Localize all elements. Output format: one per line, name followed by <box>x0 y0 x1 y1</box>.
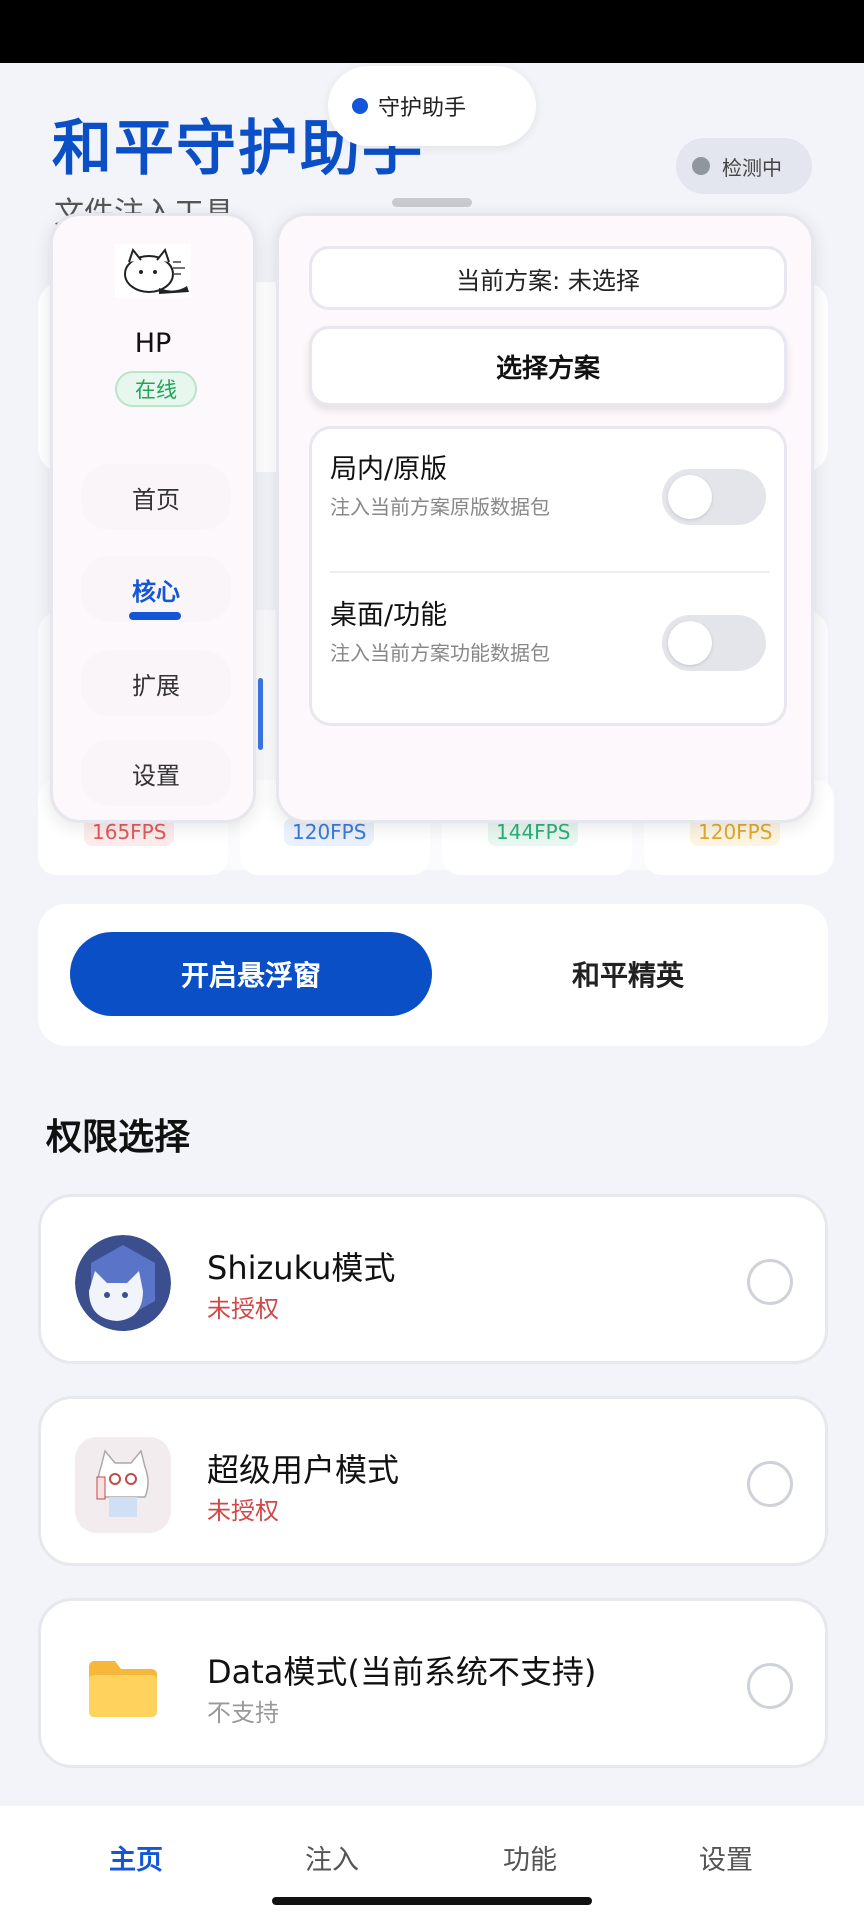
permission-status: 未授权 <box>207 1497 279 1525</box>
side-nav-extend[interactable]: 扩展 <box>81 650 231 716</box>
floating-side-panel: HP 在线 首页 核心 扩展 设置 <box>50 213 256 823</box>
scrollbar[interactable] <box>258 678 263 750</box>
toggle-knob <box>668 475 712 519</box>
helper-pill-label: 守护助手 <box>378 96 467 121</box>
toggle-title: 局内/原版 <box>330 454 448 485</box>
detect-status-label: 检测中 <box>722 155 782 180</box>
home-indicator[interactable] <box>272 1897 592 1905</box>
permission-radio[interactable] <box>747 1461 793 1507</box>
permission-status: 不支持 <box>207 1699 279 1727</box>
cat-avatar-icon <box>115 244 191 298</box>
nav-tab-settings[interactable]: 设置 <box>666 1838 786 1877</box>
permission-card-superuser[interactable]: 超级用户模式 未授权 <box>38 1396 828 1566</box>
permission-name: 超级用户模式 <box>207 1451 400 1489</box>
active-indicator <box>129 612 181 620</box>
status-dot-icon <box>692 157 710 175</box>
permission-card-shizuku[interactable]: Shizuku模式 未授权 <box>38 1194 828 1364</box>
permission-name: Shizuku模式 <box>207 1249 396 1287</box>
open-float-window-button[interactable]: 开启悬浮窗 <box>70 932 432 1016</box>
floating-main-panel: 当前方案: 未选择 选择方案 局内/原版 注入当前方案原版数据包 桌面/功能 注… <box>276 213 814 823</box>
toggle-description: 注入当前方案功能数据包 <box>330 641 550 665</box>
side-nav-home[interactable]: 首页 <box>81 464 231 530</box>
online-status-badge: 在线 <box>115 371 197 407</box>
toggle-title: 桌面/功能 <box>330 600 448 631</box>
nav-tab-inject[interactable]: 注入 <box>272 1838 392 1877</box>
permission-name: Data模式(当前系统不支持) <box>207 1653 597 1691</box>
detect-status-pill: 检测中 <box>676 138 812 194</box>
superuser-avatar-icon <box>75 1437 171 1533</box>
action-card: 开启悬浮窗 和平精英 <box>38 904 828 1046</box>
permission-radio[interactable] <box>747 1663 793 1709</box>
user-name: HP <box>134 328 172 359</box>
status-dot-icon <box>352 98 368 114</box>
choose-scheme-button[interactable]: 选择方案 <box>309 326 787 406</box>
toggle-description: 注入当前方案原版数据包 <box>330 495 550 519</box>
nav-tab-features[interactable]: 功能 <box>470 1838 590 1877</box>
desktop-function-toggle[interactable] <box>662 615 766 671</box>
permission-card-data[interactable]: Data模式(当前系统不支持) 不支持 <box>38 1598 828 1768</box>
ingame-original-toggle[interactable] <box>662 469 766 525</box>
nav-tab-home[interactable]: 主页 <box>76 1838 196 1877</box>
toggle-group: 局内/原版 注入当前方案原版数据包 桌面/功能 注入当前方案功能数据包 <box>309 426 787 726</box>
divider <box>330 571 770 573</box>
drag-handle[interactable] <box>392 198 472 207</box>
permissions-title: 权限选择 <box>46 1117 191 1158</box>
toggle-knob <box>668 621 712 665</box>
permission-radio[interactable] <box>747 1259 793 1305</box>
permission-status: 未授权 <box>207 1295 279 1323</box>
helper-pill[interactable]: 守护助手 <box>328 66 536 146</box>
status-bar <box>0 0 864 63</box>
side-nav-settings[interactable]: 设置 <box>81 740 231 806</box>
peace-elite-button[interactable]: 和平精英 <box>468 932 788 1016</box>
folder-icon <box>89 1661 157 1717</box>
current-scheme: 当前方案: 未选择 <box>309 246 787 310</box>
shizuku-icon <box>75 1235 171 1331</box>
